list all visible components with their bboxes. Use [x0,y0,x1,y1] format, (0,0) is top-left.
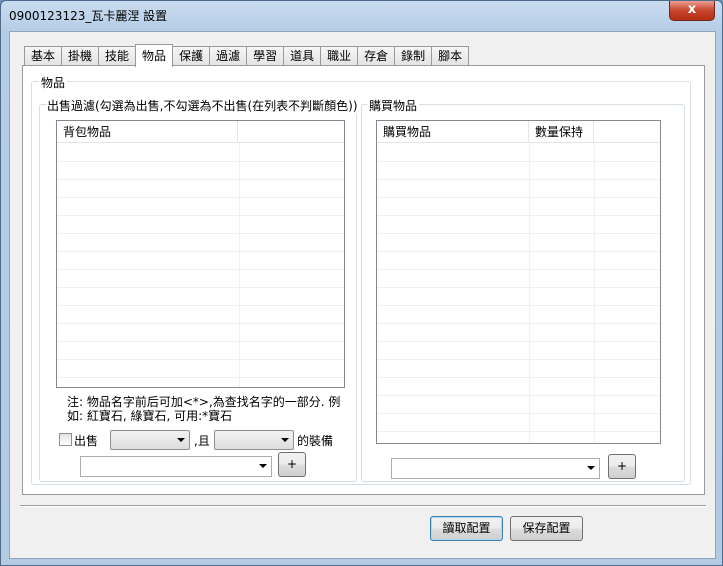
tab-storage[interactable]: 存倉 [357,46,396,66]
row-line [57,359,344,360]
tab-strip: 基本 掛機 技能 物品 保護 過濾 學習 道具 職业 存倉 錄制 腳本 [24,44,470,67]
column-header-blank[interactable] [238,121,344,143]
column-header-keep-quantity[interactable]: 數量保持 [529,121,594,143]
tab-basic[interactable]: 基本 [24,46,63,66]
row-line [377,215,660,216]
chevron-down-icon [177,438,185,442]
row-line [377,269,660,270]
items-group-title: 物品 [39,74,68,91]
row-line [57,233,344,234]
row-line [377,377,660,378]
tab-record[interactable]: 錄制 [394,46,433,66]
sell-checkbox[interactable] [59,433,72,446]
sell-condition-combo-1[interactable] [110,430,190,450]
column-divider [529,143,530,443]
hint-line-2: 如: 紅寶石, 綠寶石, 可用:*寶石 [67,409,233,423]
row-line [377,179,660,180]
row-line [377,341,660,342]
add-sell-item-button[interactable]: + [278,452,306,477]
close-button[interactable]: x [669,1,715,21]
row-line [377,287,660,288]
column-header-buy-item[interactable]: 購買物品 [377,121,529,143]
tab-skills[interactable]: 技能 [98,46,137,66]
row-line [377,431,660,432]
buy-item-combo[interactable] [391,458,600,479]
row-line [57,287,344,288]
row-line [57,161,344,162]
row-line [57,341,344,342]
backpack-item-list[interactable]: 背包物品 [56,120,345,388]
chevron-down-icon [587,466,595,470]
add-buy-item-button[interactable]: + [608,454,636,479]
row-line [377,323,660,324]
save-config-button[interactable]: 保存配置 [510,516,583,541]
row-line [57,251,344,252]
sell-checkbox-label: 出售 [74,434,99,448]
row-line [57,323,344,324]
column-header-blank[interactable] [594,121,660,143]
chevron-down-icon [281,438,289,442]
footer-separator [20,505,706,507]
equipment-label: 的裝備 [297,434,334,448]
row-line [57,197,344,198]
hint-line-1: 注: 物品名字前后可加<*>,為查找名字的一部分. 例 [67,395,341,409]
buy-items-title: 購買物品 [367,97,420,114]
sell-item-combo[interactable] [80,456,272,477]
row-line [57,305,344,306]
tab-idle[interactable]: 掛機 [61,46,100,66]
row-line [377,359,660,360]
row-line [377,161,660,162]
tab-job[interactable]: 職业 [320,46,359,66]
column-divider [594,143,595,443]
chevron-down-icon [259,464,267,468]
tab-script[interactable]: 腳本 [431,46,470,66]
row-line [377,305,660,306]
row-line [377,413,660,414]
settings-window: 0900123123_瓦卡麗涅 設置 x 基本 掛機 技能 物品 保護 過濾 學… [0,0,723,566]
row-line [57,215,344,216]
buy-list-header: 購買物品 數量保持 [377,121,660,143]
and-label: ,且 [194,434,210,448]
buy-item-list[interactable]: 購買物品 數量保持 [376,120,661,444]
row-line [57,179,344,180]
sell-filter-title: 出售過濾(勾選為出售,不勾選為不出售(在列表不判斷顏色)) [47,97,358,114]
row-line [377,395,660,396]
column-header-backpack-item[interactable]: 背包物品 [57,121,239,143]
row-line [377,251,660,252]
tab-props[interactable]: 道具 [283,46,322,66]
read-config-button[interactable]: 讀取配置 [430,516,503,541]
tab-filter[interactable]: 過濾 [209,46,248,66]
row-line [377,233,660,234]
row-line [57,269,344,270]
row-line [377,197,660,198]
backpack-list-header: 背包物品 [57,121,344,143]
tab-protect[interactable]: 保護 [172,46,211,66]
items-tab-panel: 物品 出售過濾(勾選為出售,不勾選為不出售(在列表不判斷顏色)) 背包物品 注:… [22,65,705,495]
tab-items[interactable]: 物品 [135,44,174,67]
sell-condition-combo-2[interactable] [214,430,294,450]
window-title: 0900123123_瓦卡麗涅 設置 [9,9,168,23]
tab-learn[interactable]: 學習 [246,46,285,66]
row-line [57,377,344,378]
client-area: 基本 掛機 技能 物品 保護 過濾 學習 道具 職业 存倉 錄制 腳本 物品 出… [9,31,716,559]
